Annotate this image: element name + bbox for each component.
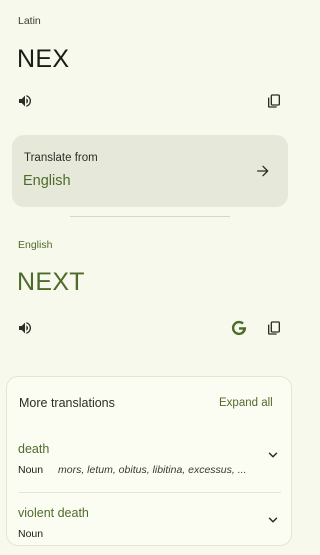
source-speaker-button[interactable] xyxy=(15,91,35,111)
more-translations-title: More translations xyxy=(19,396,115,410)
section-divider xyxy=(70,216,230,217)
expand-entry-button[interactable] xyxy=(263,510,283,530)
google-g-icon xyxy=(231,320,247,336)
translation-entry-word: death xyxy=(18,442,50,456)
translation-entry-synonyms: mors, letum, obitus, libitina, excessus,… xyxy=(58,464,247,476)
copy-icon xyxy=(268,94,280,108)
speaker-icon xyxy=(19,322,32,334)
translate-from-arrow-button[interactable] xyxy=(253,161,273,181)
copy-icon xyxy=(268,321,280,335)
translate-from-card[interactable]: Translate from English xyxy=(12,135,288,207)
translation-entry-word: violent death xyxy=(18,506,89,520)
speaker-icon xyxy=(19,95,32,107)
target-copy-button[interactable] xyxy=(264,318,284,338)
translation-entry[interactable]: violent death Noun xyxy=(7,497,291,555)
target-text[interactable]: NEXT xyxy=(17,268,85,297)
google-search-button[interactable] xyxy=(229,318,249,338)
translation-entry-pos: Noun xyxy=(18,528,44,540)
translation-entry-pos: Noun xyxy=(18,464,44,476)
expand-all-button[interactable]: Expand all xyxy=(219,397,273,409)
more-translations-card: More translations Expand all death Noun … xyxy=(6,376,292,546)
source-language-label: Latin xyxy=(18,15,41,27)
chevron-down-icon xyxy=(268,517,278,523)
expand-entry-button[interactable] xyxy=(263,445,283,465)
chevron-down-icon xyxy=(268,452,278,458)
source-text[interactable]: NEX xyxy=(17,45,69,74)
target-language-label: English xyxy=(18,239,53,251)
translate-from-language: English xyxy=(23,173,71,189)
source-copy-button[interactable] xyxy=(264,91,284,111)
translation-entry[interactable]: death Noun mors, letum, obitus, libitina… xyxy=(7,433,291,491)
entry-divider xyxy=(19,492,281,493)
target-speaker-button[interactable] xyxy=(15,318,35,338)
arrow-right-icon xyxy=(257,165,269,177)
translate-from-label: Translate from xyxy=(24,152,98,164)
